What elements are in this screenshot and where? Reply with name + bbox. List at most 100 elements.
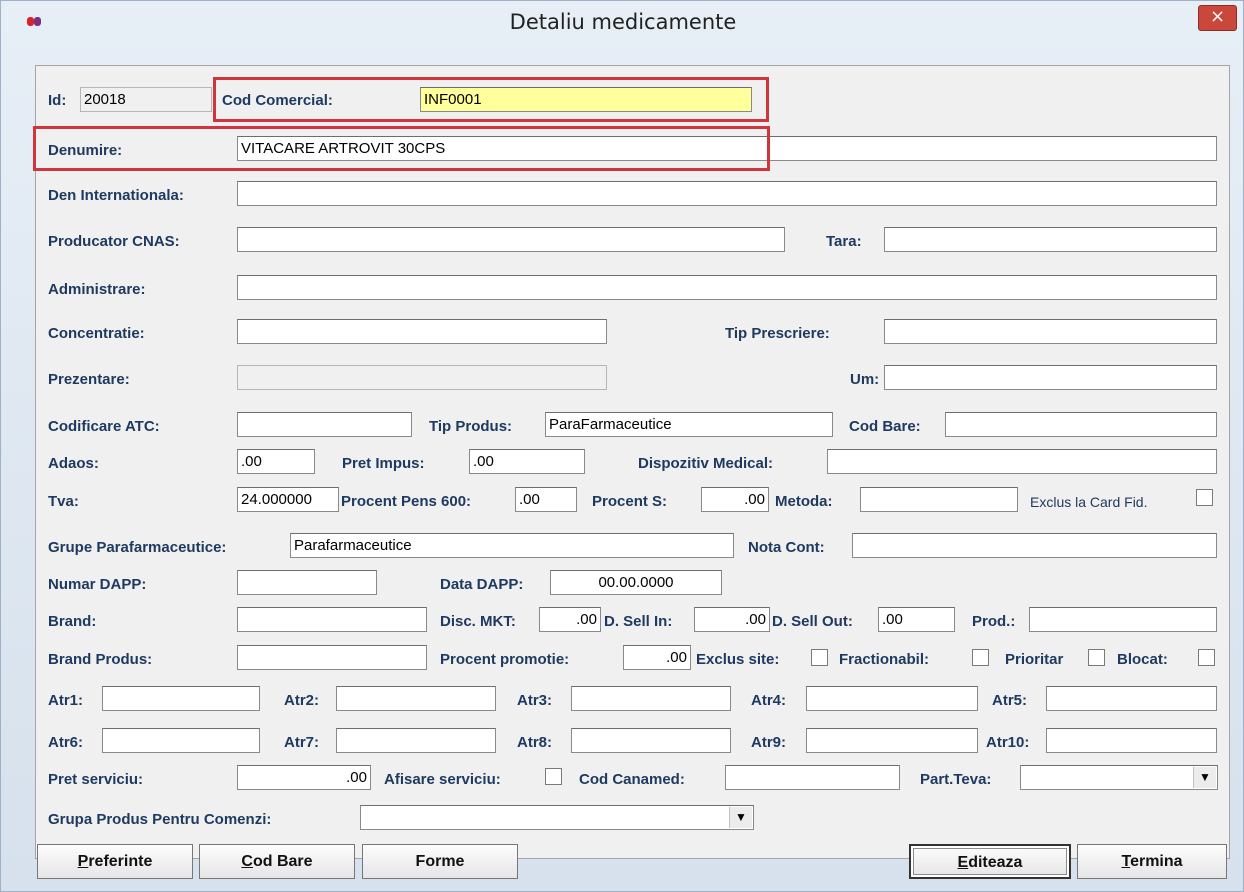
- exclus-card-fid-checkbox[interactable]: [1196, 489, 1213, 506]
- um-label: Um:: [850, 371, 880, 388]
- cod-bare-button[interactable]: Cod Bare: [199, 844, 355, 879]
- editeaza-button-label: diteaza: [968, 854, 1023, 871]
- procent-promotie-label: Procent promotie:: [440, 651, 570, 668]
- chevron-down-icon[interactable]: ▼: [729, 807, 752, 828]
- producator-cnas-label: Producator CNAS:: [48, 233, 180, 250]
- nota-cont-field[interactable]: [852, 533, 1217, 558]
- procent-s-label: Procent S:: [592, 493, 668, 510]
- brand-label: Brand:: [48, 613, 97, 630]
- concentratie-label: Concentratie:: [48, 325, 145, 342]
- tva-label: Tva:: [48, 493, 79, 510]
- preferinte-hotkey: P: [77, 853, 89, 870]
- dispozitiv-medical-field[interactable]: [827, 449, 1217, 474]
- den-internationala-label: Den Internationala:: [48, 187, 184, 204]
- grupe-parafarmaceutice-label: Grupe Parafarmaceutice:: [48, 539, 227, 556]
- procent-s-field[interactable]: .00: [701, 487, 769, 512]
- blocat-checkbox[interactable]: [1198, 649, 1215, 666]
- numar-dapp-label: Numar DAPP:: [48, 576, 147, 593]
- dispozitiv-medical-label: Dispozitiv Medical:: [638, 455, 774, 472]
- exclus-card-fid-label: Exclus la Card Fid.: [1030, 494, 1148, 510]
- brand-produs-field[interactable]: [237, 645, 427, 670]
- highlight-cod-comercial: [213, 77, 769, 122]
- um-field[interactable]: [884, 365, 1217, 390]
- prioritar-checkbox[interactable]: [1088, 649, 1105, 666]
- atr1-field[interactable]: [102, 686, 260, 711]
- atr8-field[interactable]: [571, 728, 731, 753]
- editeaza-button[interactable]: Editeaza: [909, 844, 1071, 879]
- den-internationala-field[interactable]: [237, 181, 1217, 206]
- pret-serviciu-label: Pret serviciu:: [48, 771, 144, 788]
- prod-field[interactable]: [1029, 607, 1217, 632]
- forme-button[interactable]: Forme: [362, 844, 518, 879]
- tara-label: Tara:: [826, 233, 862, 250]
- d-sell-in-field[interactable]: .00: [694, 607, 770, 632]
- metoda-label: Metoda:: [775, 493, 833, 510]
- atr7-field[interactable]: [336, 728, 496, 753]
- procent-promotie-field[interactable]: .00: [623, 645, 691, 670]
- atr5-field[interactable]: [1046, 686, 1217, 711]
- cod-canamed-field[interactable]: [725, 765, 900, 790]
- numar-dapp-field[interactable]: [237, 570, 377, 595]
- cod-bare-hotkey: C: [241, 853, 253, 870]
- atr2-label: Atr2:: [284, 692, 320, 709]
- atr5-label: Atr5:: [992, 692, 1028, 709]
- nota-cont-label: Nota Cont:: [748, 539, 825, 556]
- tip-produs-field[interactable]: ParaFarmaceutice: [545, 412, 833, 437]
- pret-impus-label: Pret Impus:: [342, 455, 425, 472]
- fractionabil-label: Fractionabil:: [839, 651, 930, 668]
- chevron-down-icon[interactable]: ▼: [1193, 767, 1216, 788]
- codificare-atc-field[interactable]: [237, 412, 412, 437]
- atr10-field[interactable]: [1046, 728, 1217, 753]
- pret-impus-field[interactable]: .00: [469, 449, 585, 474]
- highlight-denumire: [33, 126, 770, 171]
- prezentare-label: Prezentare:: [48, 371, 130, 388]
- disc-mkt-field[interactable]: .00: [539, 607, 601, 632]
- codificare-atc-label: Codificare ATC:: [48, 418, 160, 435]
- atr6-label: Atr6:: [48, 734, 84, 751]
- atr4-field[interactable]: [806, 686, 978, 711]
- id-label: Id:: [48, 92, 67, 109]
- brand-field[interactable]: [237, 607, 427, 632]
- part-teva-label: Part.Teva:: [920, 771, 992, 788]
- prezentare-field[interactable]: [237, 365, 607, 390]
- grupe-parafarmaceutice-field[interactable]: Parafarmaceutice: [290, 533, 734, 558]
- preferinte-button[interactable]: Preferinte: [37, 844, 193, 879]
- forme-button-label: Forme: [415, 853, 465, 870]
- producator-cnas-field[interactable]: [237, 227, 785, 252]
- afisare-serviciu-checkbox[interactable]: [545, 768, 562, 785]
- brand-produs-label: Brand Produs:: [48, 651, 153, 668]
- exclus-site-checkbox[interactable]: [811, 649, 828, 666]
- tip-produs-label: Tip Produs:: [429, 418, 513, 435]
- atr6-field[interactable]: [102, 728, 260, 753]
- grupa-produs-comenzi-select[interactable]: ▼: [360, 805, 754, 830]
- administrare-field[interactable]: [237, 275, 1217, 300]
- cod-bare-field[interactable]: [945, 412, 1217, 437]
- concentratie-field[interactable]: [237, 319, 607, 344]
- d-sell-out-field[interactable]: .00: [878, 607, 955, 632]
- data-dapp-field[interactable]: 00.00.0000: [550, 570, 722, 595]
- pret-serviciu-field[interactable]: .00: [237, 765, 371, 790]
- cod-bare-label: Cod Bare:: [849, 418, 921, 435]
- tva-field[interactable]: 24.000000: [237, 487, 339, 512]
- metoda-field[interactable]: [860, 487, 1018, 512]
- d-sell-in-label: D. Sell In:: [604, 613, 673, 630]
- atr7-label: Atr7:: [284, 734, 320, 751]
- procent-pens-600-field[interactable]: .00: [515, 487, 577, 512]
- tip-prescriere-label: Tip Prescriere:: [725, 325, 830, 342]
- tara-field[interactable]: [884, 227, 1217, 252]
- atr3-field[interactable]: [571, 686, 731, 711]
- fractionabil-checkbox[interactable]: [972, 649, 989, 666]
- id-field: 20018: [80, 87, 212, 112]
- termina-hotkey: T: [1121, 853, 1131, 870]
- atr2-field[interactable]: [336, 686, 496, 711]
- adaos-label: Adaos:: [48, 455, 99, 472]
- data-dapp-label: Data DAPP:: [440, 576, 524, 593]
- cod-canamed-label: Cod Canamed:: [579, 771, 685, 788]
- atr3-label: Atr3:: [517, 692, 553, 709]
- part-teva-select[interactable]: ▼: [1020, 765, 1218, 790]
- atr9-field[interactable]: [806, 728, 978, 753]
- afisare-serviciu-label: Afisare serviciu:: [384, 771, 501, 788]
- tip-prescriere-field[interactable]: [884, 319, 1217, 344]
- adaos-field[interactable]: .00: [237, 449, 315, 474]
- termina-button[interactable]: Termina: [1077, 844, 1227, 879]
